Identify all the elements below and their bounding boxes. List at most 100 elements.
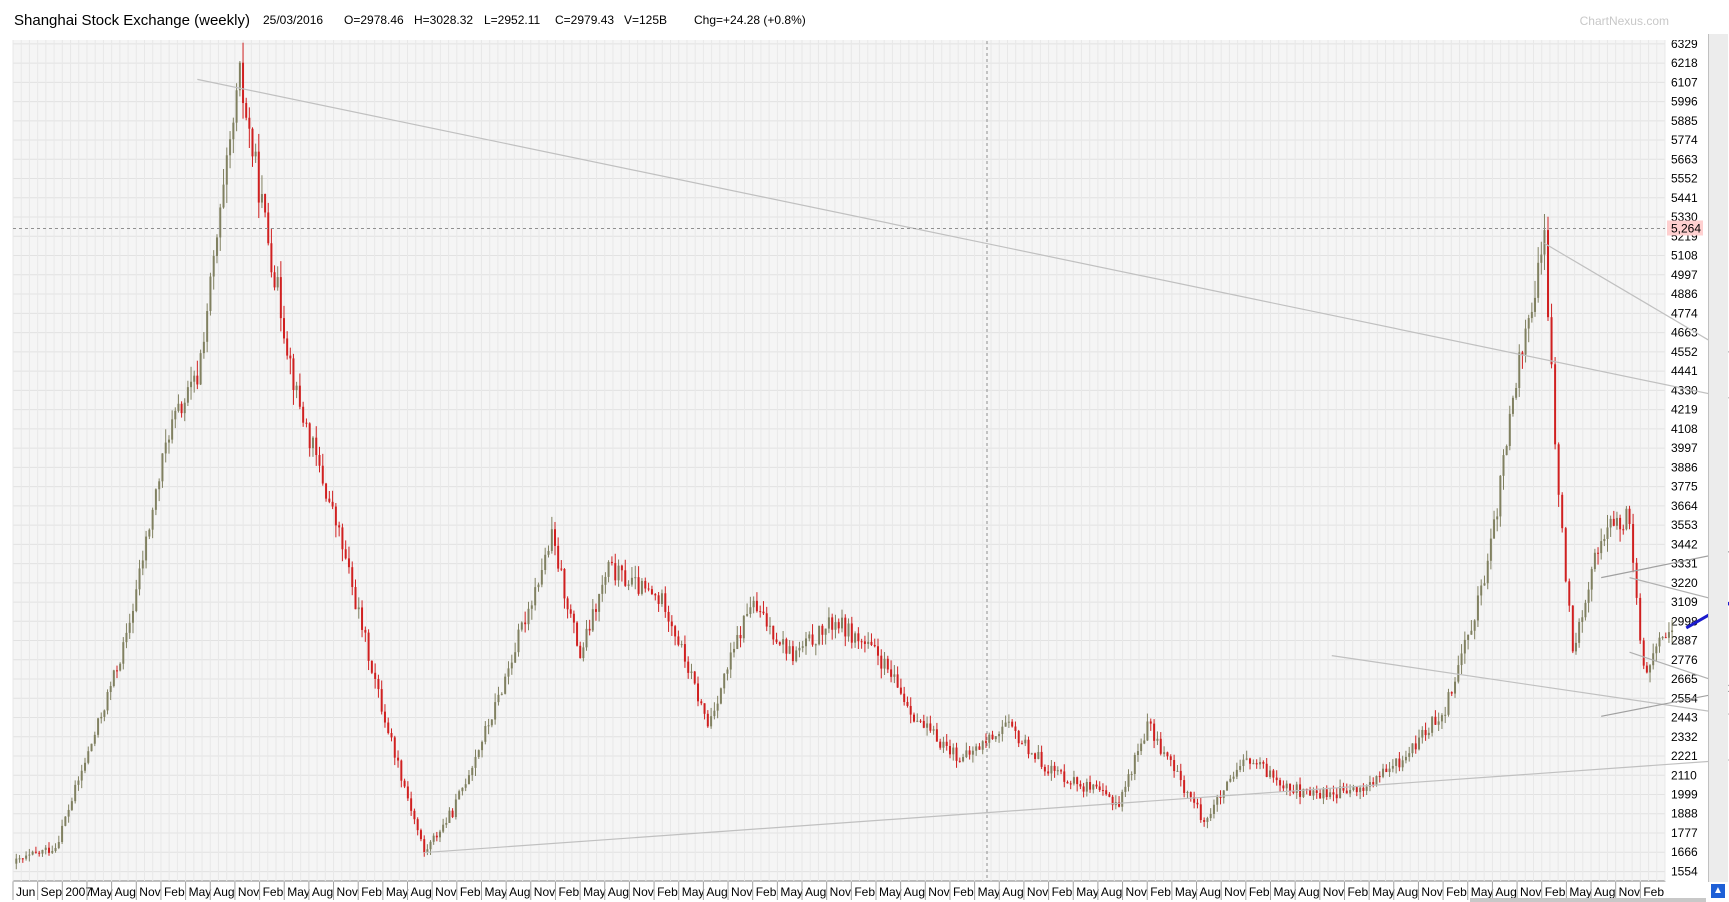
y-tick-label: 5996 xyxy=(1671,95,1698,109)
candle-body xyxy=(690,671,693,673)
candle-body xyxy=(321,465,324,484)
candle-body xyxy=(706,713,709,727)
candle-body xyxy=(238,62,241,91)
candle-body xyxy=(1515,388,1518,398)
candle-body xyxy=(1437,721,1440,725)
candle-body xyxy=(357,607,360,610)
y-tick-label: 5108 xyxy=(1671,249,1698,263)
candle-body xyxy=(1183,780,1186,793)
candle-body xyxy=(435,835,438,838)
candle-body xyxy=(844,617,847,637)
x-tick-label: Aug xyxy=(1298,885,1319,899)
candle-body xyxy=(77,780,80,785)
horizontal-scrollbar[interactable] xyxy=(1470,898,1706,902)
candle-body xyxy=(1043,766,1046,772)
candle-body xyxy=(283,318,286,339)
candle-body xyxy=(1076,777,1079,785)
candle-body xyxy=(1312,790,1315,796)
y-tick-label: 3775 xyxy=(1671,480,1698,494)
candle-body xyxy=(922,720,925,728)
candle-body xyxy=(664,593,667,612)
candle-body xyxy=(390,733,393,738)
candle-body xyxy=(765,613,768,627)
candle-body xyxy=(1140,743,1143,752)
candle-body xyxy=(733,648,736,653)
candle-body xyxy=(1554,364,1557,445)
candle-body xyxy=(1176,770,1179,772)
candle-body xyxy=(1173,760,1176,772)
candle-body xyxy=(180,403,183,414)
candle-body xyxy=(854,633,857,643)
candle-body xyxy=(225,155,228,185)
candle-body xyxy=(1600,541,1603,554)
x-tick-label: Feb xyxy=(1249,885,1270,899)
candle-body xyxy=(445,822,448,825)
candle-body xyxy=(916,720,919,722)
x-tick-label: Nov xyxy=(139,885,160,899)
candle-body xyxy=(857,633,860,642)
vertical-scrollbar[interactable] xyxy=(1708,34,1728,882)
candle-body xyxy=(1414,743,1417,750)
candle-body xyxy=(893,674,896,677)
candle-body xyxy=(932,729,935,731)
candle-body xyxy=(209,276,212,312)
candle-body xyxy=(212,255,215,277)
chart-title: Shanghai Stock Exchange (weekly) xyxy=(14,12,250,29)
candle-body xyxy=(791,646,794,662)
candle-body xyxy=(1444,714,1447,716)
candle-body xyxy=(477,750,480,757)
x-tick-label: May xyxy=(189,885,212,899)
candle-body xyxy=(693,671,696,684)
candle-body xyxy=(1530,311,1533,319)
y-tick-label: 3442 xyxy=(1671,537,1698,551)
candle-body xyxy=(119,663,122,671)
candle-body xyxy=(700,701,703,704)
candle-body xyxy=(1222,790,1225,798)
candle-body xyxy=(560,568,563,570)
candle-body xyxy=(1447,692,1450,715)
candle-body xyxy=(264,194,267,213)
x-tick-label: Feb xyxy=(657,885,678,899)
candle-body xyxy=(840,617,843,629)
candle-body xyxy=(755,600,758,612)
candle-body xyxy=(1667,632,1670,638)
candle-body xyxy=(1037,751,1040,759)
candle-body xyxy=(186,387,189,403)
candle-body xyxy=(1153,723,1156,741)
y-tick-label: 3553 xyxy=(1671,518,1698,532)
scroll-arrow-icon[interactable]: ▲ xyxy=(1711,884,1725,898)
y-tick-label: 1666 xyxy=(1671,845,1698,859)
x-tick-label: Sep xyxy=(41,885,63,899)
candle-body xyxy=(1232,776,1235,779)
x-tick-label: May xyxy=(1372,885,1395,899)
candle-body xyxy=(267,212,270,244)
open-value: O=2978.46 xyxy=(344,13,404,27)
candle-body xyxy=(242,62,245,104)
x-tick-label: Aug xyxy=(1495,885,1516,899)
x-tick-label: Feb xyxy=(854,885,875,899)
candle-body xyxy=(167,439,170,443)
candle-body xyxy=(196,375,199,385)
candle-body xyxy=(1486,560,1489,584)
candle-body xyxy=(490,719,493,726)
candle-body xyxy=(161,453,164,482)
candle-body xyxy=(1574,642,1577,652)
candle-body xyxy=(926,723,929,728)
candle-body xyxy=(1235,769,1238,777)
candle-body xyxy=(400,760,403,781)
candle-body xyxy=(769,625,772,627)
candle-body xyxy=(1609,518,1612,528)
candle-body xyxy=(248,117,251,129)
candle-body xyxy=(377,678,380,690)
candle-body xyxy=(640,580,643,594)
candle-body xyxy=(827,617,830,629)
candle-body xyxy=(1632,523,1635,563)
candle-body xyxy=(1378,776,1381,778)
candle-body xyxy=(604,576,607,585)
candle-body xyxy=(1108,794,1111,797)
candle-body xyxy=(569,609,572,614)
candle-body xyxy=(1345,790,1348,794)
candle-body xyxy=(1388,768,1391,773)
candle-body xyxy=(942,741,945,748)
candle-body xyxy=(18,858,21,860)
